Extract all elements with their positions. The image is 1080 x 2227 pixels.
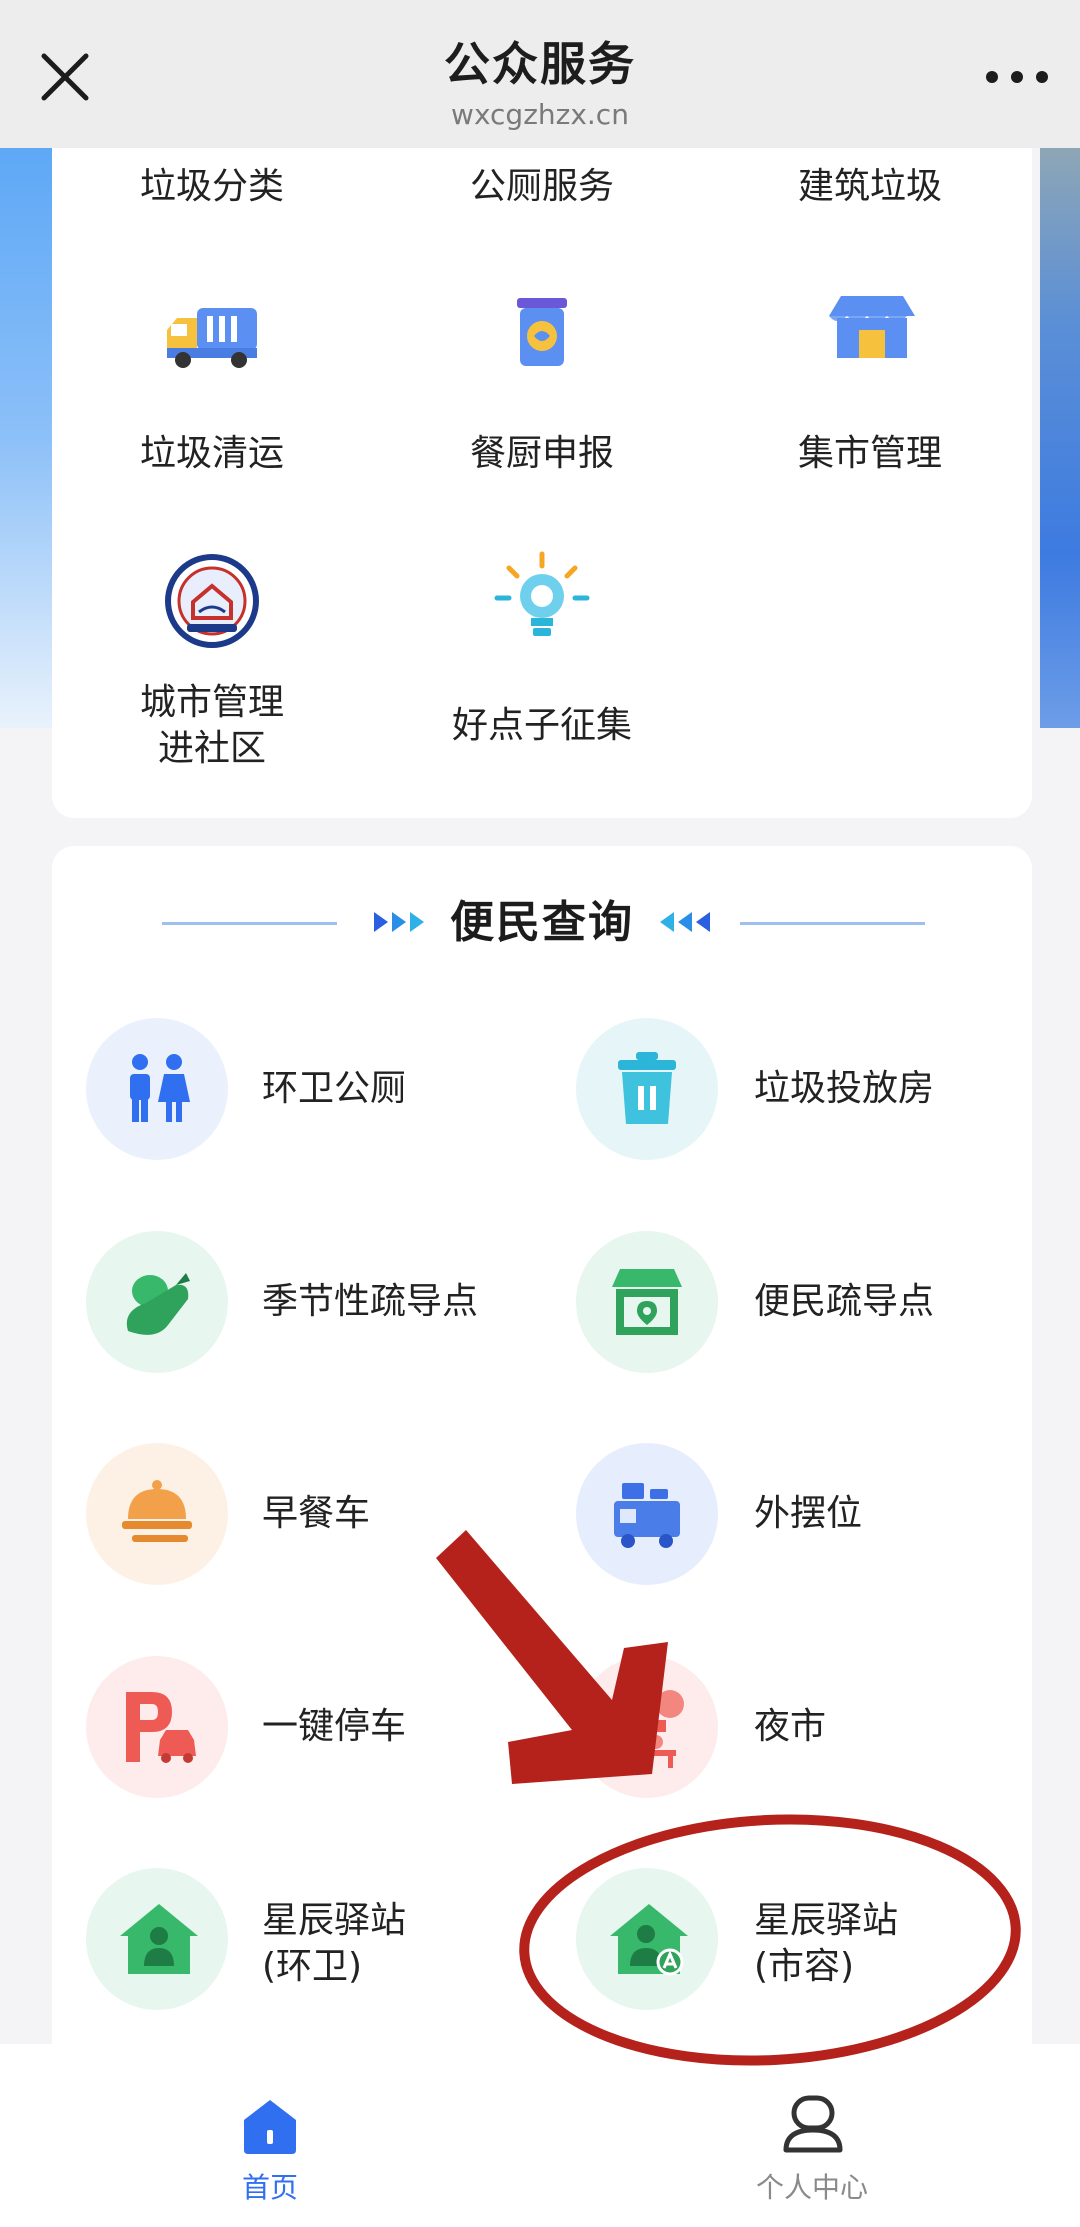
convenience-query-card: 便民查询 环卫公厕 垃圾投放房 季节性疏导点 便民疏导点 早餐车 外摆位 一键停… <box>52 846 1032 2146</box>
page-url: wxcgzhzx.cn <box>451 98 629 131</box>
section-title: 便民查询 <box>450 897 634 948</box>
night-market-icon <box>614 1690 684 1768</box>
tab-profile-label: 个人中心 <box>755 2171 868 2204</box>
bottom-tab-bar: 首页 个人中心 <box>0 2044 1080 2227</box>
query-item-label: 夜市 <box>754 1706 827 1747</box>
query-item-label: 一键停车 <box>262 1706 407 1747</box>
user-profile-icon <box>783 2095 843 2153</box>
top-bar: 公众服务 wxcgzhzx.cn <box>0 0 1080 148</box>
store-location-icon <box>612 1269 682 1335</box>
service-item-label[interactable]: 垃圾分类 <box>52 164 372 210</box>
banner-background-right <box>1040 148 1080 728</box>
divider-line <box>740 922 925 925</box>
query-item-label: 垃圾投放房 <box>754 1068 935 1109</box>
city-management-community-icon <box>165 554 259 648</box>
service-item-label: 集市管理 <box>797 433 942 474</box>
service-item-label[interactable]: 建筑垃圾 <box>710 164 1030 210</box>
garbage-truck-icon <box>167 308 257 368</box>
lightbulb-idea-icon <box>494 551 590 636</box>
query-item-label: 外摆位 <box>754 1493 863 1534</box>
page-title: 公众服务 <box>444 37 636 91</box>
query-item-label: 星辰驿站 (市容) <box>754 1900 899 1987</box>
service-item-label: 城市管理 进社区 <box>139 682 284 769</box>
query-item-label: 星辰驿站 (环卫) <box>262 1900 407 1987</box>
parking-icon <box>126 1692 196 1763</box>
services-card: 垃圾分类 公厕服务 建筑垃圾 垃圾清运 餐厨申报 集市管理 城市管理 进社区 好… <box>52 148 1032 818</box>
more-options-icon[interactable] <box>982 62 1052 92</box>
home-icon <box>244 2100 296 2154</box>
query-item-label: 早餐车 <box>262 1493 371 1534</box>
arrows-left-icon <box>660 912 710 932</box>
vegetable-icon <box>126 1273 190 1335</box>
service-item-label: 好点子征集 <box>451 705 632 746</box>
station-sanitation-icon <box>120 1904 198 1974</box>
breakfast-cloche-icon <box>122 1480 192 1542</box>
banner-background-left <box>0 148 52 728</box>
query-item-label: 环卫公厕 <box>262 1068 407 1109</box>
outdoor-stall-truck-icon <box>614 1483 680 1548</box>
query-item-label: 便民疏导点 <box>754 1281 935 1322</box>
kitchen-waste-bin-icon <box>517 298 567 366</box>
market-stall-icon <box>829 296 915 358</box>
service-item-label: 餐厨申报 <box>469 433 614 474</box>
service-item-label[interactable]: 公厕服务 <box>382 164 702 210</box>
query-item-label: 季节性疏导点 <box>262 1281 479 1322</box>
restroom-icon <box>130 1054 190 1122</box>
tab-home-label: 首页 <box>241 2171 298 2204</box>
station-cityscape-icon <box>610 1904 688 1976</box>
trash-can-icon <box>618 1052 676 1124</box>
service-item-label: 垃圾清运 <box>139 433 284 474</box>
